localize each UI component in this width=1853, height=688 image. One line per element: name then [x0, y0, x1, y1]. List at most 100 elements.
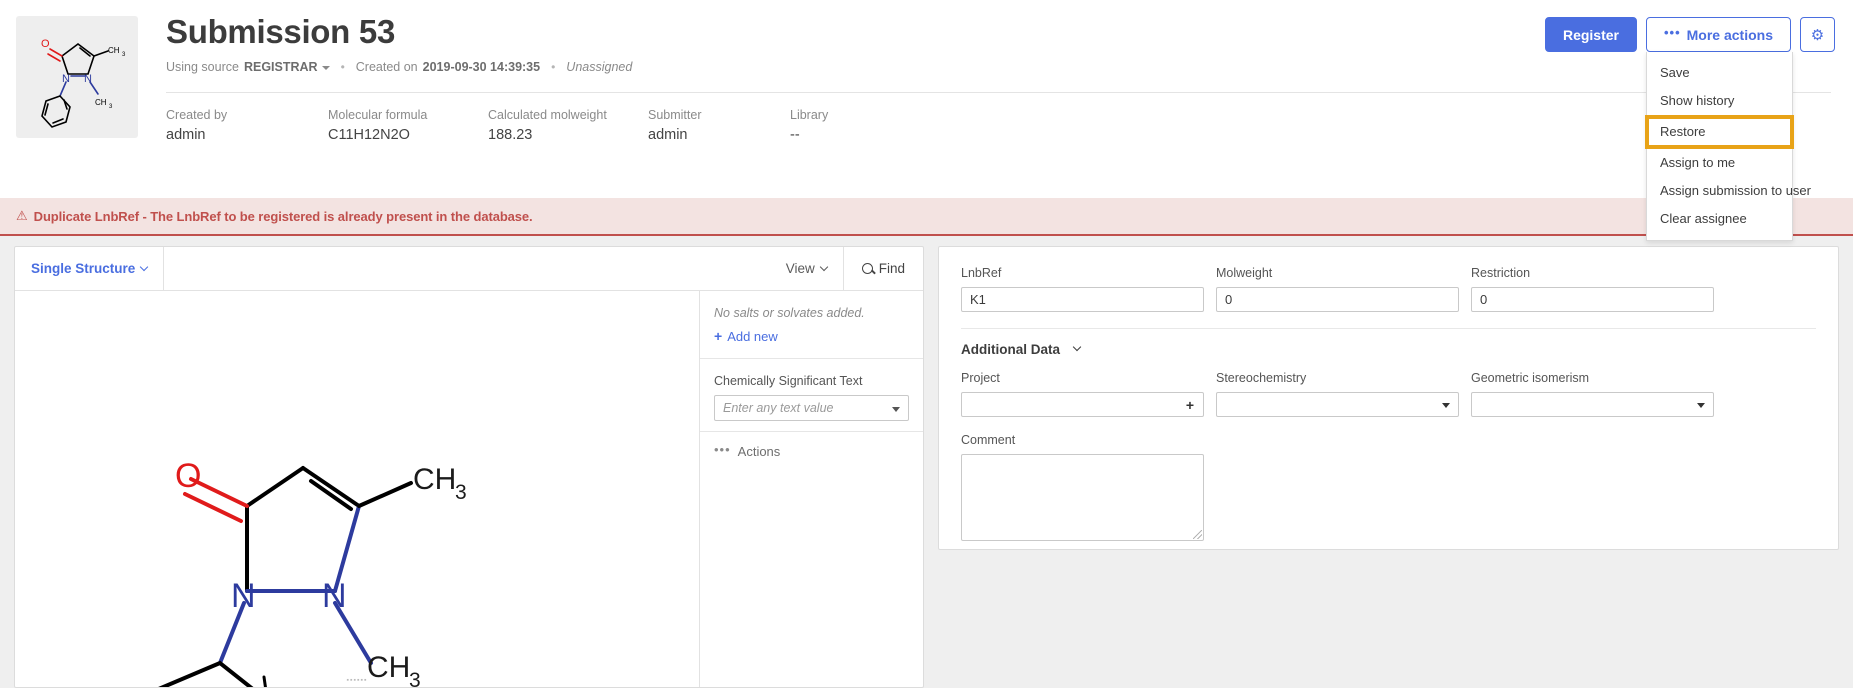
top-field-grid: LnbRef K1 Molweight 0 Restriction 0	[961, 265, 1816, 312]
field-value: 0	[1480, 292, 1487, 307]
field-label: Stereochemistry	[1216, 370, 1459, 386]
structure-content: O N N CH 3 CH 3 ▪▪▪▪▪▪ No salts or solva…	[15, 291, 923, 687]
structure-actions-button[interactable]: ••• Actions	[700, 431, 923, 471]
meta-value: --	[790, 126, 828, 144]
submission-subline: Using source REGISTRAR • Created on 2019…	[166, 60, 1831, 74]
restriction-input[interactable]: 0	[1471, 287, 1714, 312]
svg-text:3: 3	[455, 481, 467, 504]
field-label: Restriction	[1471, 265, 1714, 281]
field-restriction: Restriction 0	[1471, 265, 1714, 312]
meta-label: Submitter	[648, 107, 790, 123]
svg-text:CH: CH	[95, 98, 107, 107]
svg-text:N: N	[84, 73, 92, 85]
actions-label: Actions	[738, 444, 781, 459]
assignment-status: Unassigned	[566, 60, 632, 74]
chevron-down-icon	[819, 262, 827, 270]
body-area: Single Structure View Find	[0, 236, 1853, 688]
menu-item-save[interactable]: Save	[1647, 59, 1792, 87]
field-label: Geometric isomerism	[1471, 370, 1714, 386]
svg-text:N: N	[322, 577, 347, 615]
using-source-label: Using source	[166, 60, 239, 74]
comment-textarea[interactable]	[961, 454, 1204, 541]
chemically-significant-text-block: Chemically Significant Text Enter any te…	[700, 359, 923, 431]
error-message: Duplicate LnbRef - The LnbRef to be regi…	[34, 209, 533, 224]
field-value: K1	[970, 292, 986, 307]
source-value[interactable]: REGISTRAR	[244, 60, 318, 74]
settings-gear-button[interactable]: ⚙	[1800, 17, 1835, 52]
single-structure-label: Single Structure	[31, 261, 135, 276]
error-banner: ⚠ Duplicate LnbRef - The LnbRef to be re…	[0, 198, 1853, 236]
warning-icon: ⚠	[16, 208, 28, 224]
view-menu-button[interactable]: View	[770, 247, 843, 290]
structure-panel: Single Structure View Find	[14, 246, 924, 688]
menu-item-show-history[interactable]: Show history	[1647, 87, 1792, 115]
created-on-label: Created on	[356, 60, 418, 74]
meta-label: Molecular formula	[328, 107, 488, 123]
field-molweight: Molweight 0	[1216, 265, 1459, 312]
chem-text-input[interactable]: Enter any text value	[714, 395, 909, 421]
svg-text:3: 3	[122, 52, 126, 58]
register-button[interactable]: Register	[1545, 17, 1637, 52]
chevron-down-icon[interactable]	[322, 66, 330, 70]
metadata-row: Created by admin Molecular formula C11H1…	[166, 107, 1831, 144]
salts-block: No salts or solvates added. + Add new	[700, 291, 923, 358]
svg-text:3: 3	[409, 669, 421, 687]
field-geometric-isomerism: Geometric isomerism	[1471, 370, 1714, 417]
lnbref-input[interactable]: K1	[961, 287, 1204, 312]
ellipsis-icon: •••	[714, 442, 731, 457]
chem-text-label: Chemically Significant Text	[714, 373, 909, 389]
meta-library: Library --	[790, 107, 828, 144]
header-actions: Register ••• More actions Save Show hist…	[1545, 17, 1835, 52]
find-button[interactable]: Find	[843, 247, 923, 290]
resize-handle-icon[interactable]	[1193, 530, 1202, 539]
meta-value: 188.23	[488, 126, 648, 144]
svg-text:O: O	[41, 38, 50, 50]
molweight-input[interactable]: 0	[1216, 287, 1459, 312]
field-lnbref: LnbRef K1	[961, 265, 1204, 312]
canvas-scroll-handle[interactable]: ▪▪▪▪▪▪	[347, 677, 368, 684]
single-structure-selector[interactable]: Single Structure	[15, 247, 164, 290]
chevron-down-icon	[1073, 342, 1081, 350]
additional-data-toggle[interactable]: Additional Data	[961, 342, 1816, 357]
more-actions-button[interactable]: ••• More actions	[1646, 17, 1791, 52]
menu-item-assign-submission-to-user[interactable]: Assign submission to user	[1647, 177, 1792, 205]
plus-icon: +	[714, 328, 722, 344]
created-on-value: 2019-09-30 14:39:35	[423, 60, 540, 74]
menu-item-assign-to-me[interactable]: Assign to me	[1647, 149, 1792, 177]
find-label: Find	[879, 261, 905, 276]
more-actions-wrapper: ••• More actions Save Show history Resto…	[1646, 17, 1791, 52]
gear-icon: ⚙	[1811, 26, 1824, 44]
field-project: Project +	[961, 370, 1204, 417]
salts-empty-note: No salts or solvates added.	[714, 305, 909, 321]
project-input[interactable]: +	[961, 392, 1204, 417]
structure-thumbnail: O N N CH 3 CH 3	[16, 16, 138, 138]
structure-toolbar: Single Structure View Find	[15, 247, 923, 291]
page-header: O N N CH 3 CH 3 Submission 53 Using sour…	[0, 0, 1853, 198]
separator-dot-1: •	[341, 60, 345, 74]
form-section-divider	[961, 328, 1816, 329]
svg-text:O: O	[175, 457, 201, 495]
chevron-down-icon	[140, 262, 148, 270]
chem-text-placeholder: Enter any text value	[723, 401, 833, 415]
dropdown-arrow-icon	[892, 407, 900, 412]
more-actions-dropdown: Save Show history Restore Assign to me A…	[1646, 52, 1793, 241]
field-label: Project	[961, 370, 1204, 386]
meta-label: Created by	[166, 107, 328, 123]
svg-text:N: N	[62, 73, 70, 85]
svg-text:CH: CH	[413, 463, 456, 496]
add-new-salt-button[interactable]: + Add new	[714, 328, 909, 344]
molecule-canvas[interactable]: O N N CH 3 CH 3 ▪▪▪▪▪▪	[15, 291, 699, 687]
field-label: LnbRef	[961, 265, 1204, 281]
meta-calculated-molweight: Calculated molweight 188.23	[488, 107, 648, 144]
add-new-label: Add new	[727, 329, 778, 344]
meta-value: admin	[648, 126, 790, 144]
field-stereochemistry: Stereochemistry	[1216, 370, 1459, 417]
geometric-isomerism-select[interactable]	[1471, 392, 1714, 417]
plus-icon[interactable]: +	[1186, 397, 1194, 413]
menu-item-clear-assignee[interactable]: Clear assignee	[1647, 205, 1792, 233]
additional-field-grid: Project + Stereochemistry Geometric isom…	[961, 370, 1816, 417]
stereochemistry-select[interactable]	[1216, 392, 1459, 417]
menu-item-restore[interactable]: Restore	[1649, 119, 1790, 145]
header-divider	[166, 92, 1831, 93]
svg-text:CH: CH	[108, 46, 120, 55]
